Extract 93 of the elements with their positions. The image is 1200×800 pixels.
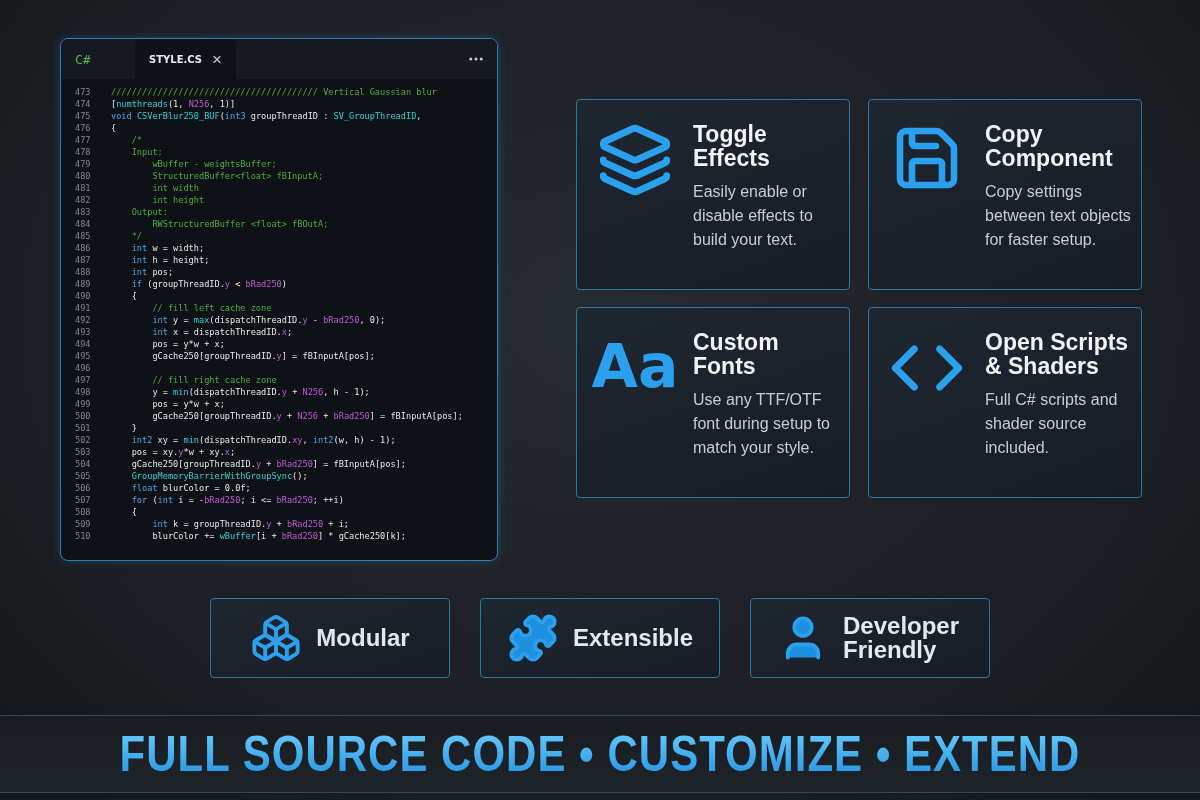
code-line: int w = width;	[130, 243, 205, 253]
line-number: 483	[74, 207, 92, 217]
feature-description: Copy settings between text objects for faster setup.	[985, 182, 1132, 250]
feature-description: Easily enable or disable effects to build your text.	[693, 182, 814, 250]
code-line: int height	[151, 195, 205, 205]
code-line: [numthreads(1, N256, 1)]	[111, 99, 236, 109]
code-line: /*	[130, 135, 143, 145]
code-line: gCache250[groupThreadID.y + N256 + bRad250] = fBInputA[pos];	[151, 411, 463, 421]
line-number: 493	[74, 327, 92, 337]
line-number: 478	[74, 147, 92, 157]
code-line: blurColor += wBuffer[i + bRad250] * gCache250[k];	[151, 531, 406, 541]
code-line: GroupMemoryBarrierWithGroupSync();	[130, 471, 308, 481]
line-number: 503	[74, 447, 92, 457]
code-line: float blurColor = 0.0f;	[130, 483, 251, 493]
line-number: 508	[74, 507, 92, 517]
line-number: 488	[74, 267, 92, 277]
code-line: Output:	[130, 207, 168, 217]
code-line: */	[130, 231, 143, 241]
line-number: 482	[74, 195, 92, 205]
code-line: y = min(dispatchThreadID.y + N256, h - 1);	[151, 387, 370, 397]
language-label: C#	[75, 51, 92, 67]
badge-label: Extensible	[572, 626, 693, 650]
code-line: pos = y*w + x;	[151, 339, 225, 349]
line-number: 499	[74, 399, 92, 409]
code-line: Input:	[130, 147, 163, 157]
file-tab[interactable]: STYLE.CS ×	[135, 39, 236, 79]
line-number: 492	[74, 315, 92, 325]
layers-icon	[597, 122, 673, 198]
feature-description: Full C# scripts and shader source included.	[985, 390, 1119, 458]
line-number: 501	[74, 423, 92, 433]
line-number: 487	[74, 255, 92, 265]
line-number: 479	[74, 159, 92, 169]
code-line: // fill left cache zone	[151, 303, 272, 313]
line-number: 497	[74, 375, 92, 385]
font-icon: Aa	[591, 336, 679, 497]
line-number: 509	[74, 519, 92, 529]
feature-title: Copy Component	[985, 122, 1114, 170]
code-line: gCache250[groupThreadID.y + bRad250] = fBInputA[pos];	[130, 459, 406, 469]
close-icon[interactable]: ×	[212, 50, 222, 68]
code-line: {	[130, 507, 137, 517]
line-number: 507	[74, 495, 92, 505]
code-line: int width	[151, 183, 199, 193]
badge-label: Developer Friendly	[843, 614, 961, 662]
line-number: 495	[74, 351, 92, 361]
line-number: 494	[74, 339, 92, 349]
line-number: 485	[74, 231, 92, 241]
cubes-icon	[250, 612, 303, 664]
code-line: int x = dispatchThreadID.x;	[151, 327, 293, 337]
feature-title: Toggle Effects	[693, 122, 771, 170]
line-number: 500	[74, 411, 92, 421]
line-number: 489	[74, 279, 92, 289]
code-line: for (int i = -bRad250; i <= bRad250; ++i)	[130, 495, 344, 505]
line-number: 505	[74, 471, 92, 481]
code-line: int h = height;	[130, 255, 210, 265]
line-number: 496	[74, 363, 92, 373]
code-line: pos = y*w + x;	[151, 399, 225, 409]
code-line: void CSVerBlur250_BUF(int3 groupThreadID : SV_GroupThreadID,	[111, 111, 422, 121]
line-number: 474	[74, 99, 92, 109]
code-line: int y = max(dispatchThreadID.y - bRad250, 0);	[151, 315, 386, 325]
line-number: 502	[74, 435, 92, 445]
code-line: int pos;	[130, 267, 174, 277]
line-number: 490	[74, 291, 92, 301]
line-number: 475	[74, 111, 92, 121]
line-number: 504	[74, 459, 92, 469]
code-line: // fill right cache zone	[151, 375, 277, 385]
feature-title: Open Scripts & Shaders	[985, 330, 1130, 378]
code-line: RWStructuredBuffer <float> fBOutA;	[151, 219, 329, 229]
line-number: 476	[74, 123, 92, 133]
feature-title: Custom Fonts	[693, 330, 780, 378]
code-line: {	[111, 123, 117, 133]
code-line: int2 xy = min(dispatchThreadID.xy, int2(w, h) - 1);	[130, 435, 396, 445]
code-line: }	[130, 423, 137, 433]
line-number: 510	[74, 531, 92, 541]
code-line: pos = xy.y*w + xy.x;	[130, 447, 236, 457]
line-number: 481	[74, 183, 92, 193]
line-number: 486	[74, 243, 92, 253]
feature-description: Use any TTF/OTF font during setup to match your style.	[693, 390, 831, 458]
code-line: StructuredBuffer<float> fBInputA;	[151, 171, 324, 181]
line-number: 506	[74, 483, 92, 493]
line-number: 473	[74, 87, 92, 97]
line-number: 480	[74, 171, 92, 181]
badge-label: Modular	[316, 626, 410, 650]
line-number: 477	[74, 135, 92, 145]
line-number: 491	[74, 303, 92, 313]
code-line: gCache250[groupThreadID.y] = fBInputA[pos];	[151, 351, 375, 361]
code-line: if (groupThreadID.y < bRad250)	[130, 279, 287, 289]
puzzle-icon	[506, 612, 559, 664]
line-number: 498	[74, 387, 92, 397]
code-line: //////////////////////////////////////// Vertical Gaussian blur	[111, 87, 437, 97]
code-line: {	[130, 291, 137, 301]
code-line: wBuffer - weightsBuffer;	[151, 159, 277, 169]
line-number: 484	[74, 219, 92, 229]
code-line: int k = groupThreadID.y + bRad250 + i;	[151, 519, 350, 529]
